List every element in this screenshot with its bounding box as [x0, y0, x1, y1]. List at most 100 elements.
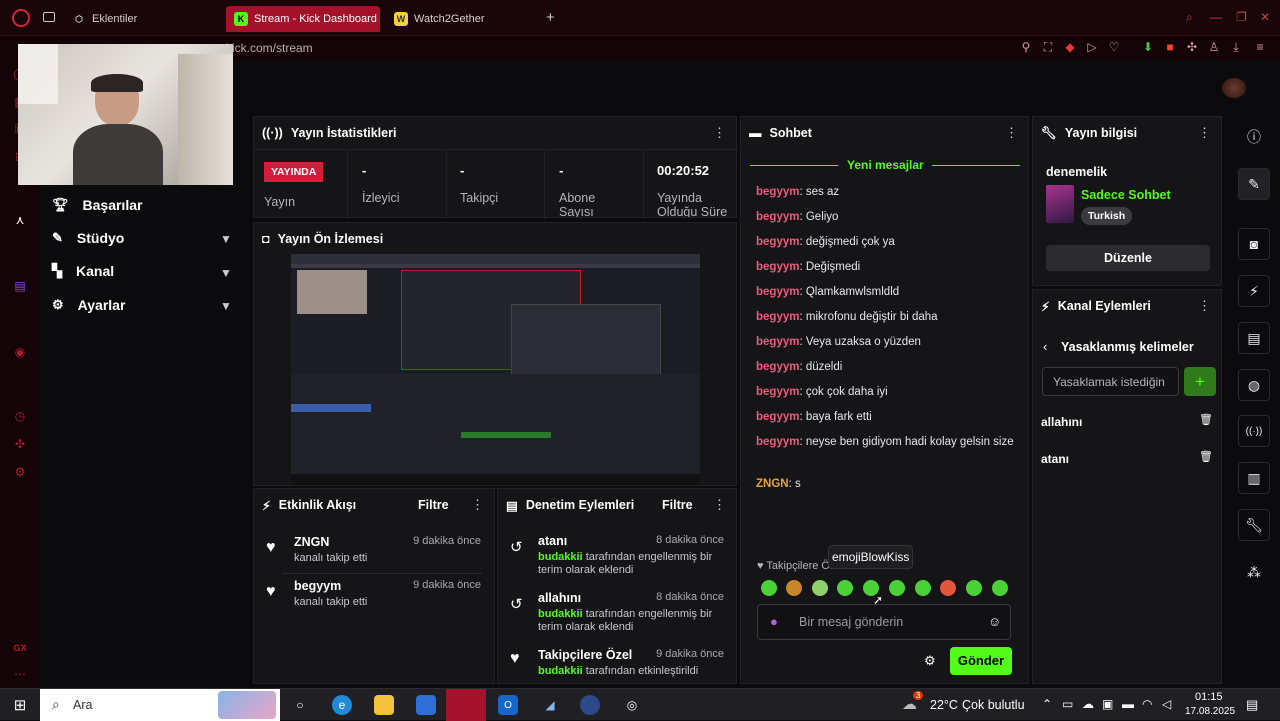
emote-icon[interactable] — [992, 580, 1008, 596]
sidebar-item-achievements[interactable]: 🏆︎ Başarılar — [52, 197, 142, 213]
category-thumbnail[interactable] — [1046, 185, 1074, 223]
chevron-down-icon[interactable]: ▼ — [220, 266, 232, 280]
more-options-icon[interactable]: ⋮ — [1005, 125, 1018, 141]
chat-username[interactable]: begyym — [756, 311, 799, 323]
workspace-icon[interactable] — [43, 12, 55, 22]
category-link[interactable]: Sadece Sohbet — [1081, 188, 1171, 202]
tab-watch2gether[interactable]: W Watch2Gether — [386, 6, 536, 32]
onedrive-icon[interactable]: ☁ — [1082, 697, 1094, 711]
flow-icon[interactable]: ▷ — [1084, 40, 1100, 54]
kick-sidebar-icon[interactable]: ⋏ — [12, 212, 28, 228]
more-options-icon[interactable]: ⋮ — [713, 125, 726, 141]
task-view-icon[interactable]: ○ — [290, 695, 310, 715]
banned-word-input[interactable]: Yasaklamak istediğin — [1042, 367, 1179, 396]
extensions-sidebar-icon[interactable]: ✣ — [12, 436, 28, 452]
chat-input[interactable]: ● Bir mesaj gönderin ☺ — [757, 604, 1011, 640]
emote-icon[interactable] — [761, 580, 777, 596]
more-options-icon[interactable]: ⋮ — [713, 497, 726, 513]
pocket-icon[interactable]: ◆ — [1062, 40, 1078, 54]
heart-icon[interactable]: ♡ — [1106, 40, 1122, 54]
info-icon[interactable]: ⓘ — [1238, 121, 1270, 153]
opera-taskbar-icon[interactable] — [446, 689, 486, 721]
bolt-icon[interactable]: ⚡︎ — [1238, 275, 1270, 307]
emote-icon[interactable] — [786, 580, 802, 596]
clock-time[interactable]: 01:15 — [1195, 691, 1223, 703]
preview-video[interactable] — [291, 254, 700, 485]
chevron-down-icon[interactable]: ▼ — [220, 232, 232, 246]
wrench-icon[interactable]: 🔧︎ — [1238, 509, 1270, 541]
chat-username[interactable]: begyym — [756, 361, 799, 373]
downloads-icon[interactable]: ⤓ — [1228, 40, 1244, 55]
url-field[interactable]: kick.com/stream — [226, 41, 313, 55]
camera-icon[interactable]: ◙ — [1238, 228, 1270, 260]
settings-sidebar-icon[interactable]: ⚙ — [12, 464, 28, 480]
menu-icon[interactable]: ≡ — [1252, 40, 1268, 54]
player-icon[interactable]: ◉ — [12, 344, 28, 360]
more-options-icon[interactable]: ⋮ — [1198, 125, 1211, 141]
widgets-icon[interactable]: ⁂ — [1238, 556, 1270, 588]
emote-icon[interactable] — [940, 580, 956, 596]
send-button[interactable]: Gönder — [950, 647, 1012, 675]
chat-username[interactable]: begyym — [756, 411, 799, 423]
more-options-icon[interactable]: ⋮ — [471, 497, 484, 513]
mod-user[interactable]: budakkii — [538, 608, 583, 620]
start-icon[interactable]: ⊞ — [10, 695, 30, 715]
store-icon[interactable] — [416, 695, 436, 715]
chat-username[interactable]: begyym — [756, 186, 799, 198]
twitch-icon[interactable]: ▤ — [12, 278, 28, 294]
chat-icon[interactable]: ◍ — [1238, 369, 1270, 401]
chat-username[interactable]: begyym — [756, 261, 799, 273]
tray-icon[interactable]: ▭ — [1062, 697, 1073, 711]
avatar[interactable] — [1222, 78, 1246, 98]
extensions-icon[interactable]: ✣ — [1184, 40, 1200, 54]
sidebar-item-channel[interactable]: ▚ Kanal — [52, 263, 114, 279]
chat-username[interactable]: begyym — [756, 211, 799, 223]
sidebar-item-studio[interactable]: ✎ Stüdyo — [52, 230, 124, 246]
filter-button[interactable]: Filtre — [662, 498, 693, 512]
chat-settings-icon[interactable]: ⚙ — [924, 653, 936, 669]
emote-icon[interactable] — [915, 580, 931, 596]
clock-date[interactable]: 17.08.2025 — [1185, 706, 1235, 717]
chat-username[interactable]: begyym — [756, 236, 799, 248]
filter-button[interactable]: Filtre — [418, 498, 449, 512]
tag-badge[interactable]: Turkish — [1081, 207, 1133, 225]
chevron-down-icon[interactable]: ▼ — [220, 299, 232, 313]
snapshot-icon[interactable]: ⛶ — [1040, 40, 1056, 55]
search-tabs-icon[interactable]: ⌕ — [1186, 10, 1193, 25]
obs-icon[interactable] — [580, 695, 600, 715]
maximize-button[interactable]: ❐ — [1236, 10, 1247, 24]
emote-icon[interactable] — [966, 580, 982, 596]
emoji-icon[interactable]: ☺ — [988, 614, 1001, 629]
minimize-button[interactable]: — — [1210, 10, 1222, 24]
edit-icon[interactable]: ✎ — [1238, 168, 1270, 200]
chat-username[interactable]: begyym — [756, 436, 799, 448]
sidebar-item-settings[interactable]: ⚙ Ayarlar — [52, 297, 125, 313]
pin-icon[interactable]: ⚲ — [1018, 40, 1034, 54]
wifi-icon[interactable]: ◠ — [1142, 697, 1152, 711]
weather-temp[interactable]: 22°C — [930, 698, 958, 712]
chat-username[interactable]: begyym — [756, 336, 799, 348]
mod-user[interactable]: budakkii — [538, 665, 583, 677]
more-icon[interactable]: ⋯ — [12, 666, 28, 682]
chat-username[interactable]: ZNGN — [756, 478, 789, 490]
microphone-icon[interactable]: ● — [770, 614, 778, 629]
download-ext-icon[interactable]: ⬇ — [1140, 40, 1156, 54]
file-explorer-icon[interactable] — [374, 695, 394, 715]
weather-desc[interactable]: Çok bulutlu — [962, 698, 1025, 712]
chevron-up-icon[interactable]: ⌃ — [1042, 697, 1052, 711]
mod-user[interactable]: budakkii — [538, 551, 583, 563]
opera-gx-taskbar-icon[interactable]: ◎ — [622, 695, 642, 715]
tray-icon[interactable]: ▣ — [1102, 697, 1113, 711]
battery-icon[interactable]: ▬ — [1122, 697, 1134, 711]
emote-icon[interactable] — [812, 580, 828, 596]
layout-icon[interactable]: ▥ — [1238, 462, 1270, 494]
new-tab-button[interactable]: + — [546, 9, 555, 26]
history-icon[interactable]: ◷ — [12, 408, 28, 424]
trash-icon[interactable]: 🗑︎ — [1199, 413, 1213, 426]
broadcast-icon[interactable]: ((·)) — [1238, 415, 1270, 447]
taskbar-search[interactable]: ⌕ Ara — [40, 689, 280, 721]
chat-username[interactable]: begyym — [756, 286, 799, 298]
tab-extensions[interactable]: ⬡ Eklentiler — [64, 6, 214, 32]
emote-icon[interactable] — [837, 580, 853, 596]
app-icon[interactable]: ◢ — [540, 695, 560, 715]
